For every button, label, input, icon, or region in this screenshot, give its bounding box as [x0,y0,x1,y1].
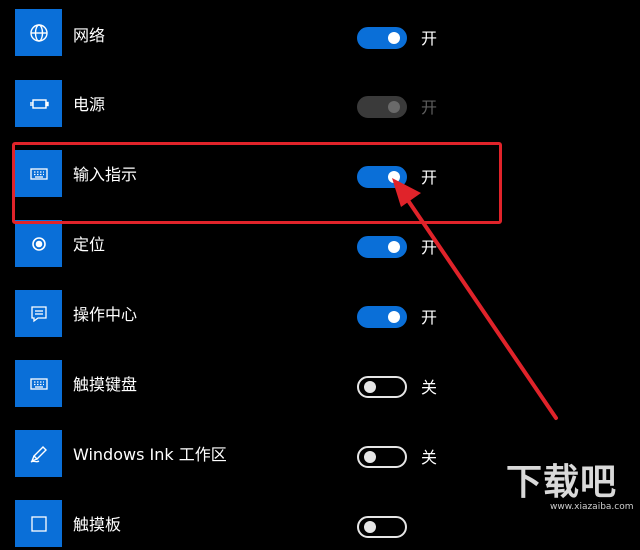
setting-row-power: 电源 开 [0,70,640,130]
power-toggle[interactable] [357,96,407,118]
setting-label: 输入指示 [73,165,138,184]
location-toggle[interactable] [357,236,407,258]
toggle-knob [388,171,400,183]
toggle-knob [388,101,400,113]
setting-row-location: 定位 开 [0,210,640,270]
keyboard-icon [15,150,62,197]
toggle-state-text: 开 [421,98,438,117]
toggle-knob [364,521,376,533]
setting-row-touchpad: 触摸板 [0,490,640,550]
touchpad-toggle[interactable] [357,516,407,538]
setting-label: 网络 [73,26,106,45]
setting-label: 定位 [73,235,106,254]
windows-ink-toggle[interactable] [357,446,407,468]
toggle-state-text: 关 [421,448,438,467]
setting-row-windows-ink: Windows Ink 工作区 关 [0,420,640,480]
toggle-knob [388,311,400,323]
toggle-state-text: 开 [421,168,438,187]
battery-plug-icon [15,80,62,127]
toggle-knob [388,32,400,44]
setting-label: Windows Ink 工作区 [73,445,227,464]
location-icon [15,220,62,267]
toggle-state-text: 开 [421,308,438,327]
setting-label: 电源 [73,95,106,114]
touchpad-icon [15,500,62,547]
toggle-state-text: 开 [421,29,438,48]
toggle-knob [364,451,376,463]
touch-keyboard-icon [15,360,62,407]
setting-row-input-indicator: 输入指示 开 [0,140,640,200]
input-indicator-toggle[interactable] [357,166,407,188]
toggle-knob [364,381,376,393]
toggle-knob [388,241,400,253]
globe-icon [15,9,62,56]
setting-label: 操作中心 [73,305,138,324]
setting-row-network: 网络 开 [0,0,640,60]
setting-row-touch-keyboard: 触摸键盘 关 [0,350,640,410]
action-center-toggle[interactable] [357,306,407,328]
setting-row-action-center: 操作中心 开 [0,280,640,340]
action-center-icon [15,290,62,337]
touch-keyboard-toggle[interactable] [357,376,407,398]
network-toggle[interactable] [357,27,407,49]
pen-icon [15,430,62,477]
toggle-state-text: 开 [421,238,438,257]
setting-label: 触摸键盘 [73,375,138,394]
setting-label: 触摸板 [73,515,122,534]
toggle-state-text: 关 [421,378,438,397]
